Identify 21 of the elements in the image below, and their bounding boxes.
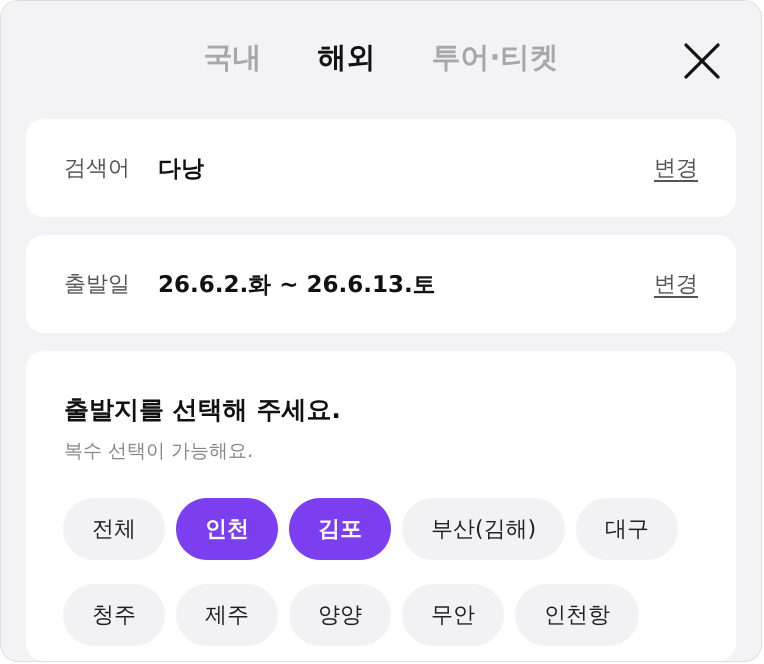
airport-chip[interactable]: 김포 — [289, 498, 391, 560]
field-label: 검색어 — [64, 155, 131, 183]
section-subtitle: 복수 선택이 가능해요. — [64, 439, 254, 464]
field-value: 다낭 — [158, 154, 205, 184]
field-label: 출발일 — [64, 271, 131, 299]
change-link[interactable]: 변경 — [654, 153, 698, 183]
airport-chip[interactable]: 부산(김해) — [402, 498, 566, 560]
airport-chip[interactable]: 양양 — [289, 584, 391, 646]
airport-chip[interactable]: 청주 — [63, 584, 165, 646]
airport-chip[interactable]: 무안 — [402, 584, 504, 646]
section-title: 출발지를 선택해 주세요. — [64, 394, 342, 426]
airport-chip[interactable]: 대구 — [576, 498, 678, 560]
field-value: 26.6.2.화 ~ 26.6.13.토 — [158, 270, 437, 300]
airport-chip[interactable]: 제주 — [176, 584, 278, 646]
airport-chip[interactable]: 전체 — [63, 498, 165, 560]
tab[interactable]: 해외 — [317, 38, 376, 78]
close-button[interactable] — [682, 41, 722, 81]
airport-chip[interactable]: 인천항 — [515, 584, 639, 646]
close-icon — [682, 41, 722, 81]
change-link[interactable]: 변경 — [654, 269, 698, 299]
airport-chip[interactable]: 인천 — [176, 498, 278, 560]
